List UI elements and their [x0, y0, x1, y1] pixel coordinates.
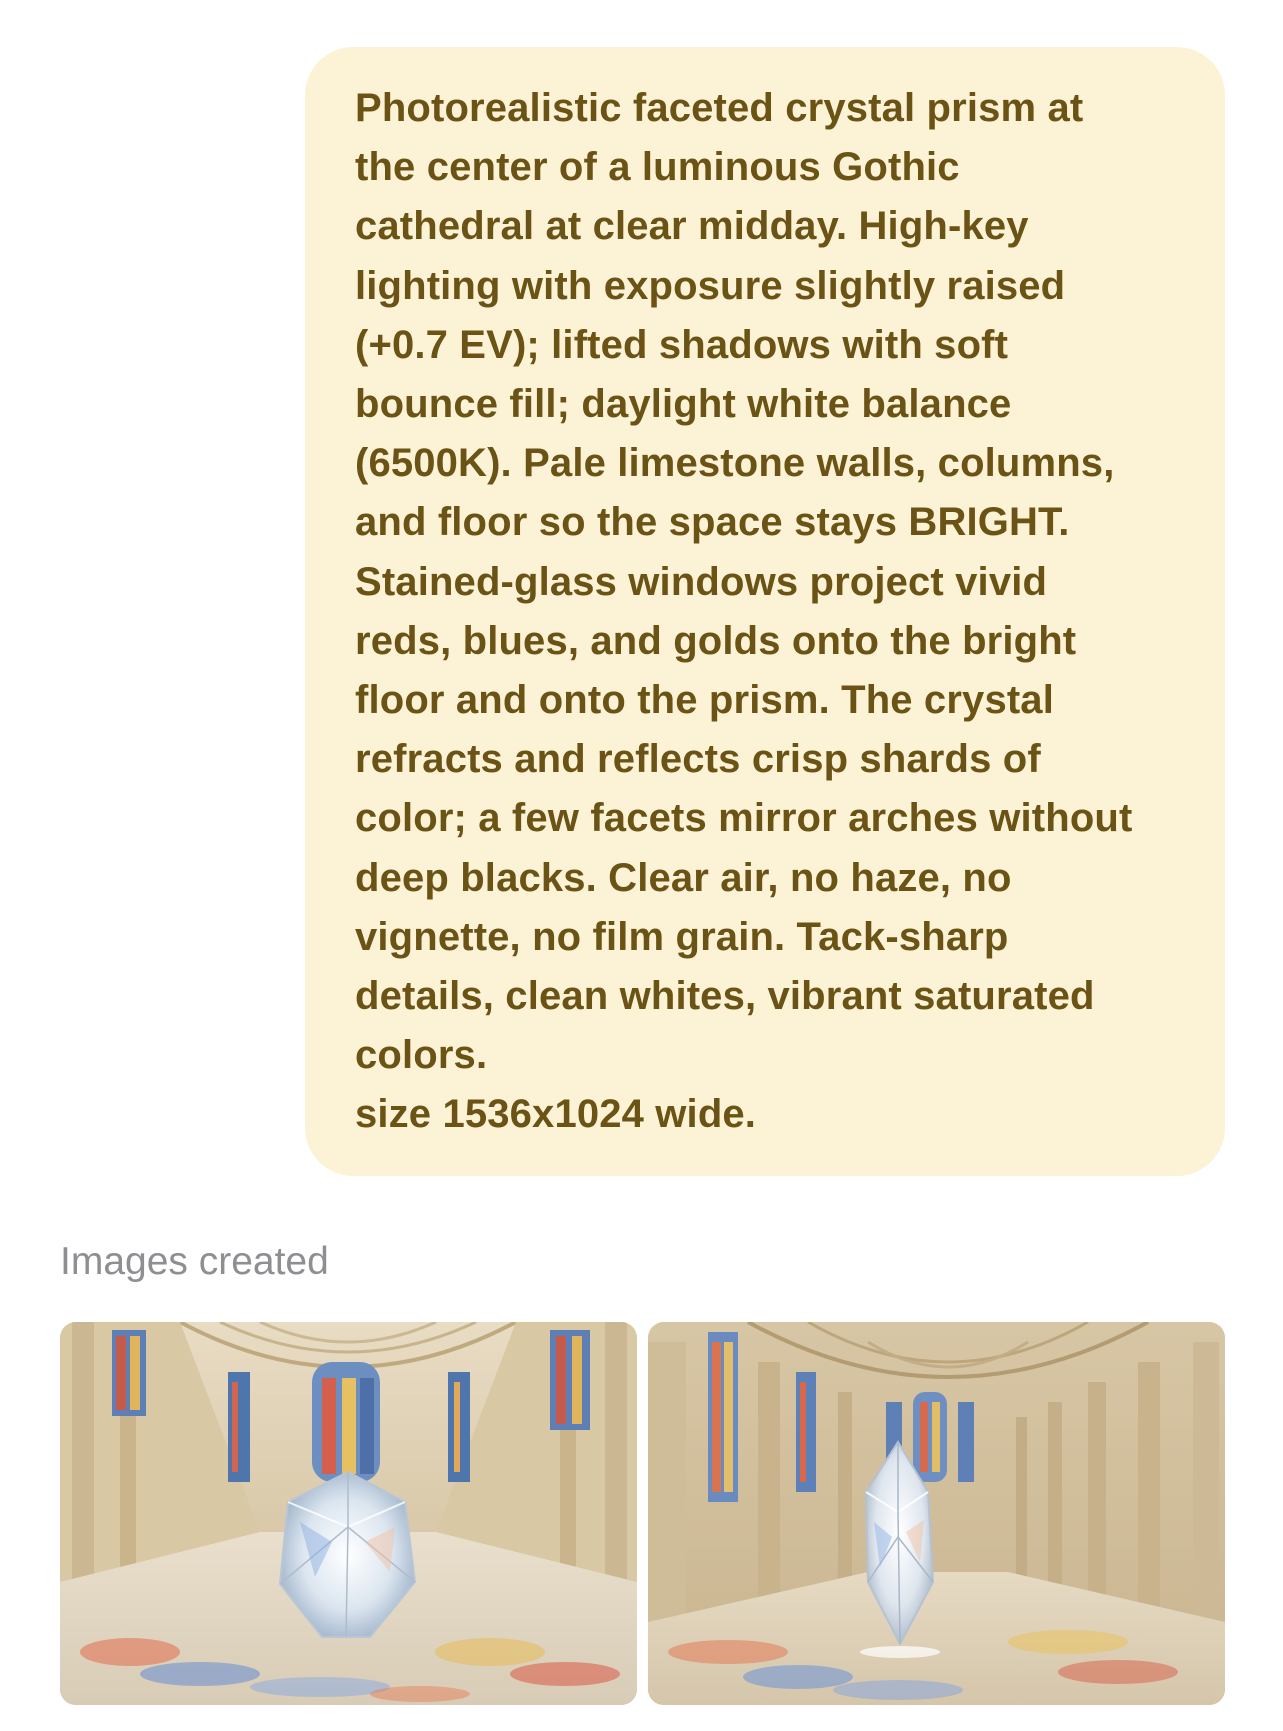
- user-prompt-bubble: Photorealistic faceted crystal prism at …: [305, 47, 1225, 1176]
- chat-view: Photorealistic faceted crystal prism at …: [0, 0, 1283, 1731]
- images-created-label: Images created: [60, 1240, 329, 1283]
- generated-image-1[interactable]: [60, 1322, 637, 1705]
- user-prompt-text: Photorealistic faceted crystal prism at …: [355, 86, 1133, 1137]
- cathedral-prism-image-wide: [60, 1322, 637, 1705]
- generated-image-2[interactable]: [648, 1322, 1225, 1705]
- cathedral-prism-image-colonnade: [648, 1322, 1225, 1705]
